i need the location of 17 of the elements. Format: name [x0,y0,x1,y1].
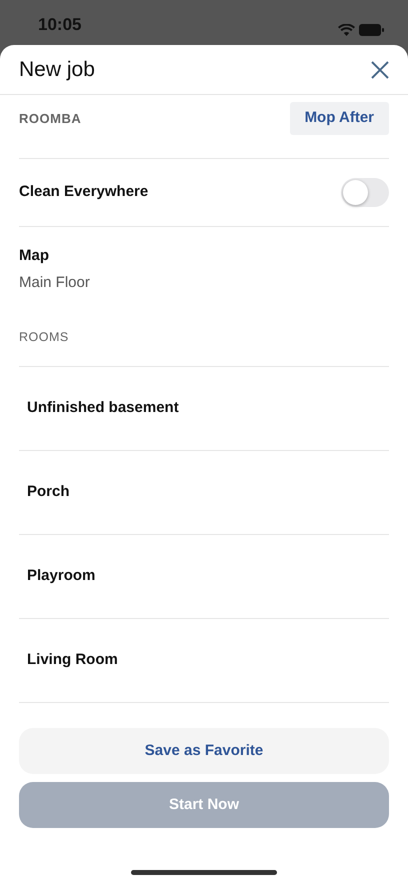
status-time: 10:05 [38,14,82,36]
room-name[interactable]: Living Room [27,649,118,672]
setting-label: Clean Everywhere [19,182,148,202]
mop-after-button[interactable]: Mop After [290,102,389,135]
sheet-title: New job [19,56,95,83]
section-label: ROOMS [19,330,69,344]
room-name[interactable]: Porch [27,481,70,504]
room-name[interactable]: Unfinished basement [27,397,179,420]
room-name[interactable]: Playroom [27,565,96,588]
section-label: ROOMBA [19,110,82,128]
map-value: Main Floor [19,272,91,292]
action-button[interactable]: Save as Favorite [19,728,389,774]
battery-icon [359,24,384,36]
close-icon[interactable] [371,60,389,78]
toggle-switch[interactable] [341,178,389,207]
map-label: Map [19,246,50,266]
wifi-icon [338,24,355,36]
